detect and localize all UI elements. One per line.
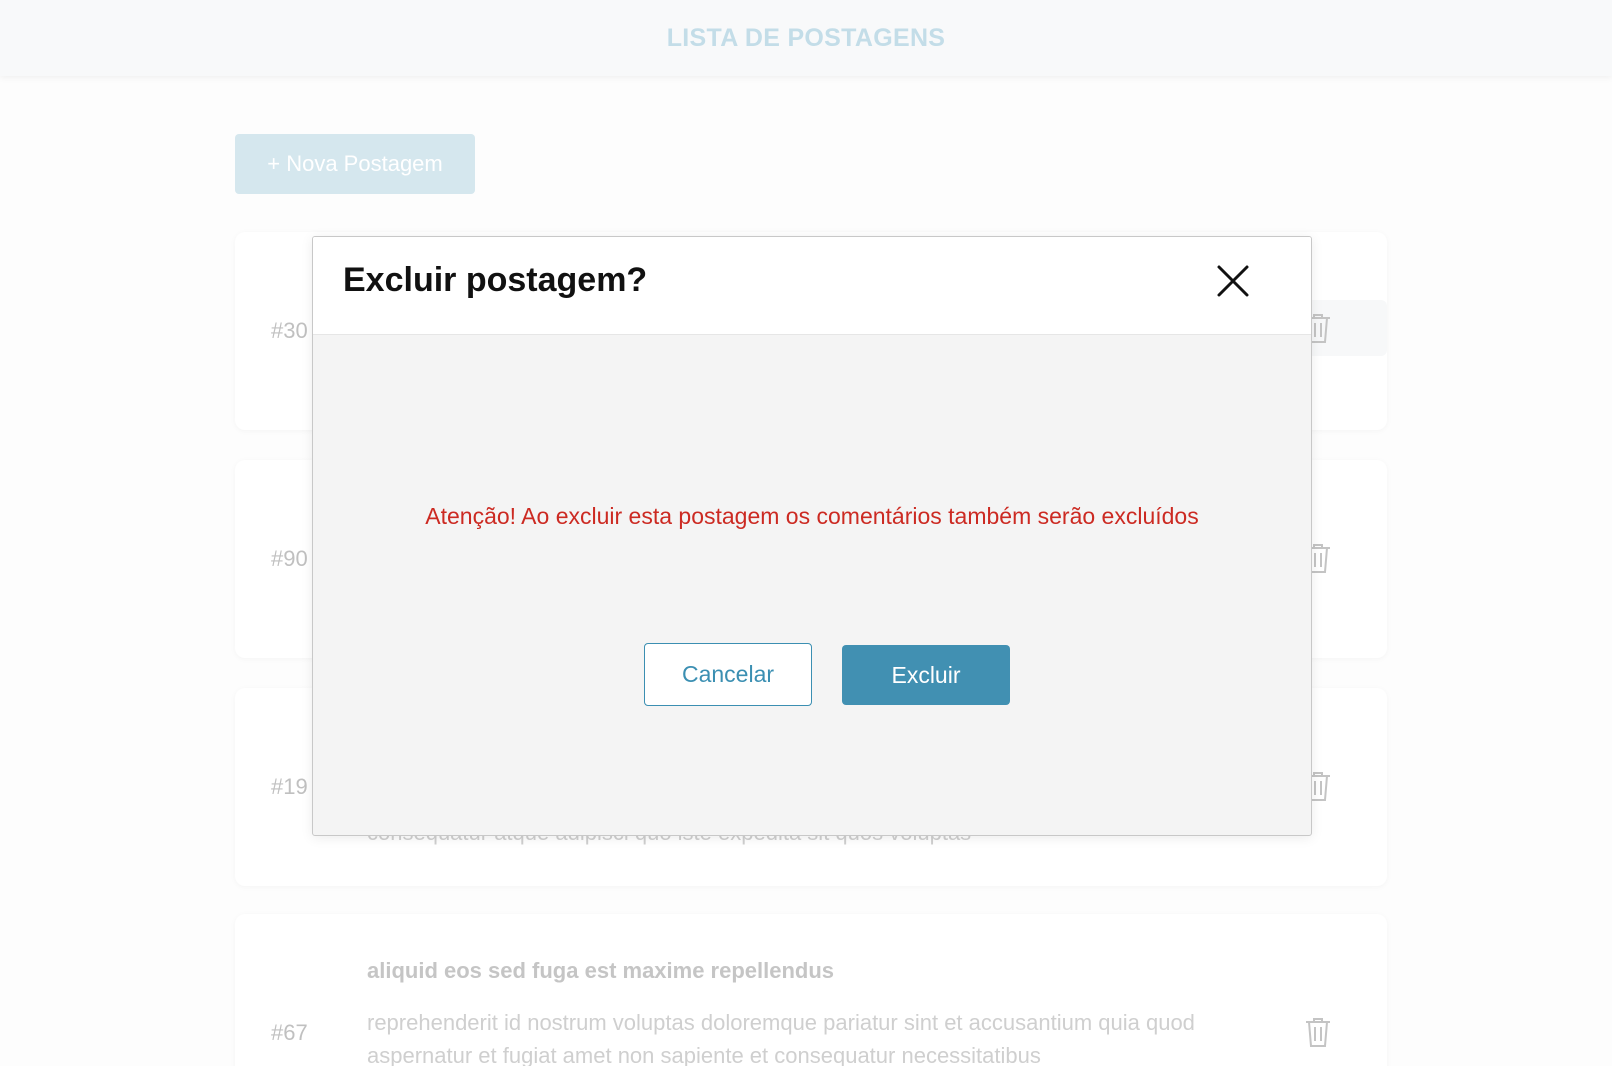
dialog-header: Excluir postagem?	[313, 237, 1311, 335]
post-title: aliquid eos sed fuga est maxime repellen…	[367, 958, 835, 983]
page-title: LISTA DE POSTAGENS	[666, 23, 946, 52]
post-card: aliquid eos sed fuga est maxime repellen…	[235, 914, 1387, 1066]
close-button[interactable]	[1213, 261, 1253, 301]
trash-icon[interactable]	[1304, 1016, 1332, 1048]
new-post-button[interactable]: + Nova Postagem	[235, 134, 475, 194]
dialog-title: Excluir postagem?	[343, 261, 648, 299]
page: LISTA DE POSTAGENS + Nova Postagem #30 #…	[0, 0, 1612, 1066]
post-body: reprehenderit id nostrum voluptas dolore…	[367, 1010, 1195, 1066]
post-id: #90	[271, 546, 308, 571]
dialog-warning-text: Atenção! Ao excluir esta postagem os com…	[425, 503, 1199, 529]
cancel-button[interactable]: Cancelar	[644, 643, 812, 706]
top-bar: LISTA DE POSTAGENS	[0, 0, 1612, 76]
delete-confirm-dialog: Excluir postagem? Atenção! Ao excluir es…	[312, 236, 1312, 836]
post-id: #19	[271, 774, 308, 799]
post-id: #30	[271, 318, 308, 343]
confirm-delete-button[interactable]: Excluir	[842, 645, 1010, 705]
close-icon	[1217, 265, 1249, 297]
post-id: #67	[271, 1020, 308, 1045]
